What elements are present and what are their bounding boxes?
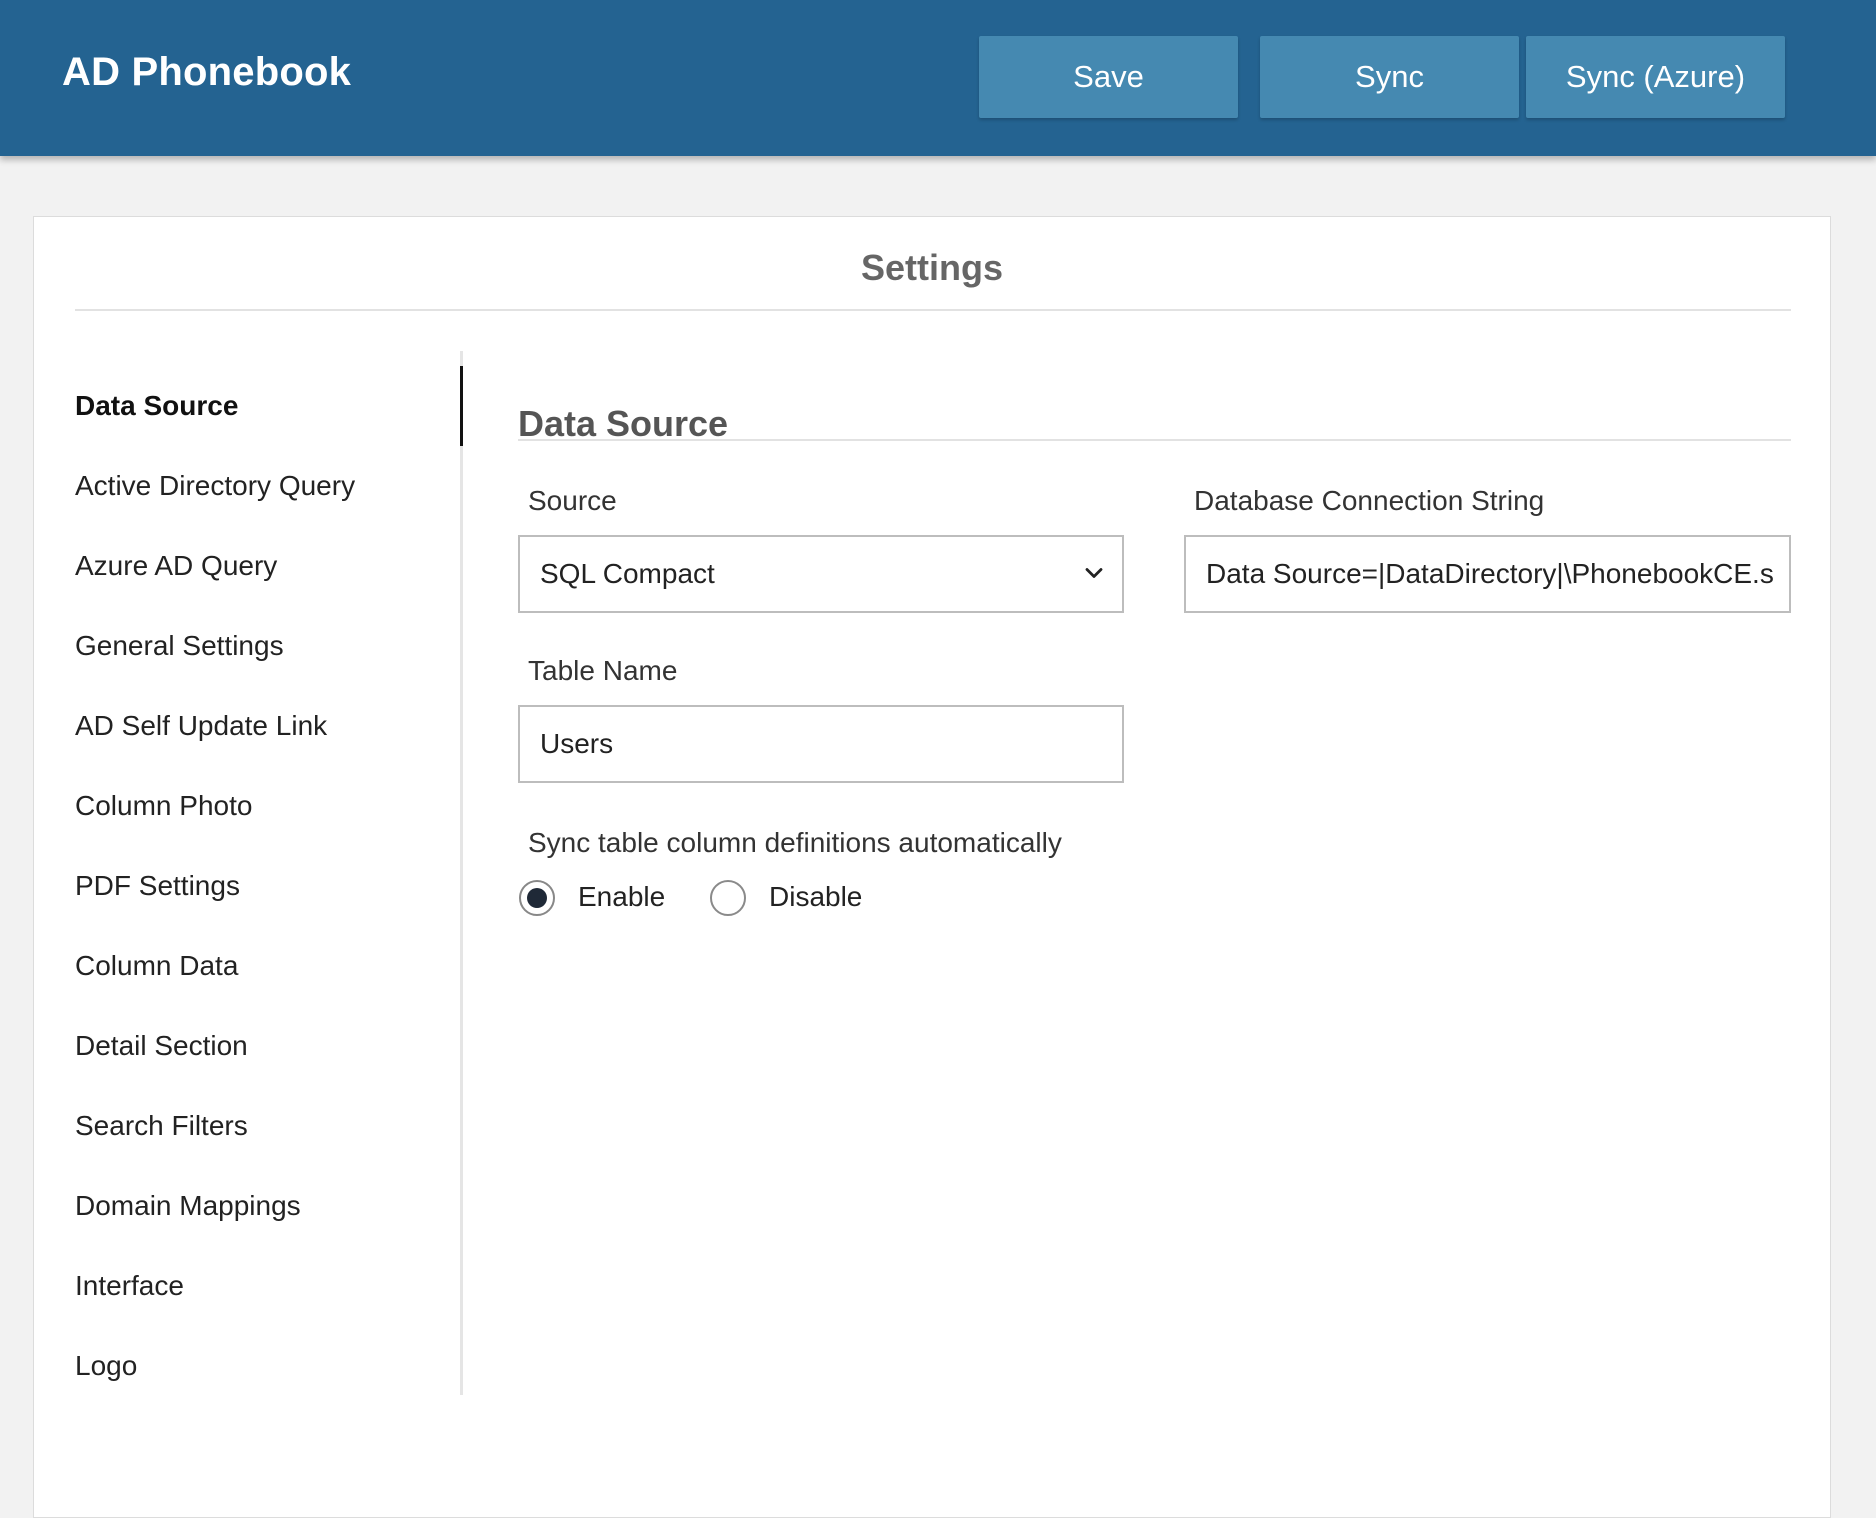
sidebar-item-label: Domain Mappings [75,1190,301,1221]
sidebar-item-data-source[interactable]: Data Source [75,366,463,446]
sidebar-item-label: Active Directory Query [75,470,356,501]
connection-string-value: Data Source=|DataDirectory|\PhonebookCE.… [1206,558,1774,589]
connection-string-input[interactable]: Data Source=|DataDirectory|\PhonebookCE.… [1184,535,1791,613]
page-title: Settings [860,247,1003,288]
sync-azure-button[interactable]: Sync (Azure) [1526,36,1785,118]
sidebar-item-label: Data Source [75,390,239,421]
sidebar-item-label: Search Filters [75,1110,248,1141]
sync-button[interactable]: Sync [1260,36,1519,118]
sidebar-item-logo[interactable]: Logo [75,1326,460,1406]
source-selected-value: SQL Compact [540,558,715,589]
sidebar-item-column-photo[interactable]: Column Photo [75,766,460,846]
sidebar-item-label: AD Self Update Link [75,710,328,741]
sidebar-item-search-filters[interactable]: Search Filters [75,1086,460,1166]
active-indicator [460,366,463,446]
sidebar-item-interface[interactable]: Interface [75,1246,460,1326]
sidebar-item-general-settings[interactable]: General Settings [75,606,460,686]
table-name-value: Users [540,728,614,759]
section-divider [518,439,1791,441]
sidebar-item-label: PDF Settings [75,870,240,901]
sync-columns-label: Sync table column definitions automatica… [528,827,1062,858]
chevron-down-icon [1085,568,1103,578]
save-button[interactable]: Save [979,36,1238,118]
table-name-label: Table Name [528,655,678,686]
source-label: Source [528,485,617,516]
sidebar-item-column-data[interactable]: Column Data [75,926,460,1006]
sidebar-item-pdf-settings[interactable]: PDF Settings [75,846,460,926]
sidebar-item-active-directory-query[interactable]: Active Directory Query [75,446,460,526]
settings-sidebar: Data Source Active Directory Query Azure… [75,351,463,1395]
sidebar-item-ad-self-update-link[interactable]: AD Self Update Link [75,686,460,766]
sidebar-item-azure-ad-query[interactable]: Azure AD Query [75,526,460,606]
enable-radio[interactable] [519,880,555,916]
sidebar-item-domain-mappings[interactable]: Domain Mappings [75,1166,460,1246]
source-select[interactable]: SQL Compact [518,535,1124,613]
disable-radio[interactable] [710,880,746,916]
sidebar-item-label: Column Photo [75,790,253,821]
connection-string-label: Database Connection String [1194,485,1545,516]
enable-radio-label[interactable]: Enable [578,881,665,913]
sidebar-item-label: Azure AD Query [75,550,278,581]
sidebar-item-label: Detail Section [75,1030,248,1061]
table-name-input[interactable]: Users [518,705,1124,783]
settings-card: Settings Data Source Active Directory Qu… [33,216,1831,1518]
sidebar-item-label: Column Data [75,950,239,981]
sidebar-item-detail-section[interactable]: Detail Section [75,1006,460,1086]
sidebar-item-label: Logo [75,1350,138,1381]
sidebar-item-label: Interface [75,1270,184,1301]
sidebar-item-label: General Settings [75,630,284,661]
title-divider [75,309,1791,311]
disable-radio-label[interactable]: Disable [769,881,862,913]
app-title: AD Phonebook [62,50,352,94]
top-bar: AD Phonebook Save Sync Sync (Azure) [0,0,1876,156]
